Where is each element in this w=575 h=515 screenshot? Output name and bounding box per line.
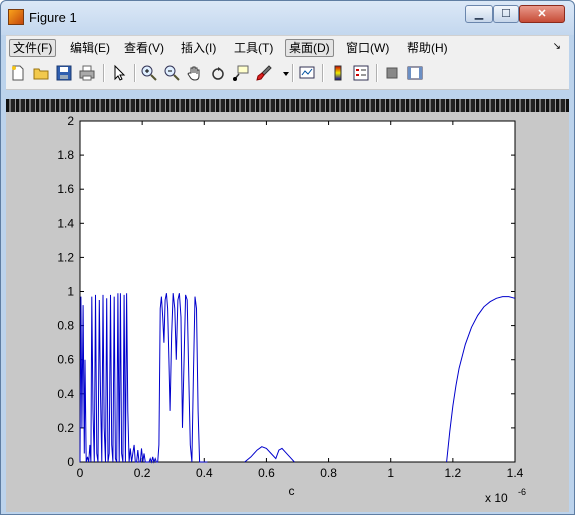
menu-desktop[interactable]: 桌面(D) <box>285 39 334 57</box>
y-tick-label: 1.8 <box>57 148 74 162</box>
data-cursor-icon[interactable] <box>232 64 250 82</box>
show-plot-tools-icon[interactable] <box>406 64 424 82</box>
menu-bar: 文件(F) 编辑(E) 查看(V) 插入(I) 工具(T) 桌面(D) 窗口(W… <box>6 35 569 60</box>
matlab-icon <box>8 9 24 25</box>
y-tick-label: 0.6 <box>57 353 74 367</box>
close-button[interactable]: ✕ <box>519 5 565 23</box>
menu-overflow-icon[interactable]: ↘ <box>553 41 561 52</box>
plot-canvas[interactable]: 0 0.2 0.4 0.6 0.8 1 1.2 1.4 0 0.2 0.4 0.6 0.8 1 1.2 1.4… <box>6 112 569 512</box>
y-tick-label: 1 <box>67 285 74 299</box>
x-tick-label: 0.4 <box>196 466 213 480</box>
print-icon[interactable] <box>78 64 96 82</box>
x-tick-label: 0.8 <box>320 466 337 480</box>
hide-plot-tools-icon[interactable] <box>383 64 401 82</box>
figure-area: 0 0.2 0.4 0.6 0.8 1 1.2 1.4 0 0.2 0.4 0.6 0.8 1 1.2 1.4… <box>6 112 569 512</box>
y-tick-label: 1.2 <box>57 250 74 264</box>
y-tick-label: 0.2 <box>57 421 74 435</box>
pan-hand-icon[interactable] <box>186 64 204 82</box>
x-tick-label: 0.6 <box>258 466 275 480</box>
x-tick-label: 1.4 <box>507 466 524 480</box>
menu-edit[interactable]: 编辑(E) <box>67 39 113 57</box>
toolbar-rendering-artifact <box>6 99 569 112</box>
colorbar-icon[interactable] <box>329 64 347 82</box>
axes-box <box>79 120 516 463</box>
brush-dropdown-icon[interactable] <box>277 64 289 82</box>
x-tick-label: 0.2 <box>134 466 151 480</box>
rotate-3d-icon[interactable] <box>209 64 227 82</box>
menu-file[interactable]: 文件(F) <box>9 39 57 57</box>
y-tick-label: 2 <box>67 114 74 128</box>
open-file-icon[interactable] <box>32 64 50 82</box>
y-tick-label: 0.4 <box>57 387 74 401</box>
y-tick-label: 0.8 <box>57 319 74 333</box>
menu-help[interactable]: 帮助(H) <box>404 39 451 57</box>
x-tick-label: 0 <box>77 466 84 480</box>
minimize-button[interactable]: ▁ <box>465 5 493 23</box>
x-axis-exponent: -6 <box>518 487 526 497</box>
zoom-out-icon[interactable] <box>163 64 181 82</box>
figure-window: Figure 1 ▁ ☐ ✕ 文件(F) 编辑(E) 查看(V) 插入(I) 工… <box>0 0 575 515</box>
toolbar <box>6 59 569 90</box>
menu-window[interactable]: 窗口(W) <box>343 39 392 57</box>
menu-tools[interactable]: 工具(T) <box>231 39 276 57</box>
y-tick-label: 1.6 <box>57 182 74 196</box>
save-icon[interactable] <box>55 64 73 82</box>
x-axis-label: c <box>289 484 295 498</box>
new-figure-icon[interactable] <box>9 64 27 82</box>
zoom-in-icon[interactable] <box>140 64 158 82</box>
maximize-button[interactable]: ☐ <box>493 5 519 23</box>
window-title: Figure 1 <box>29 10 77 25</box>
menu-view[interactable]: 查看(V) <box>121 39 167 57</box>
x-tick-label: 1.2 <box>445 466 462 480</box>
brush-icon[interactable] <box>255 64 273 82</box>
title-bar[interactable]: Figure 1 ▁ ☐ ✕ <box>1 1 574 35</box>
legend-icon[interactable] <box>352 64 370 82</box>
y-tick-label: 0 <box>67 455 74 469</box>
pointer-icon[interactable] <box>110 64 128 82</box>
x-axis-multiplier: x 10 <box>485 491 508 505</box>
y-tick-label: 1.4 <box>57 216 74 230</box>
menu-insert[interactable]: 插入(I) <box>178 39 219 57</box>
link-plot-icon[interactable] <box>298 64 316 82</box>
x-tick-label: 1 <box>387 466 394 480</box>
